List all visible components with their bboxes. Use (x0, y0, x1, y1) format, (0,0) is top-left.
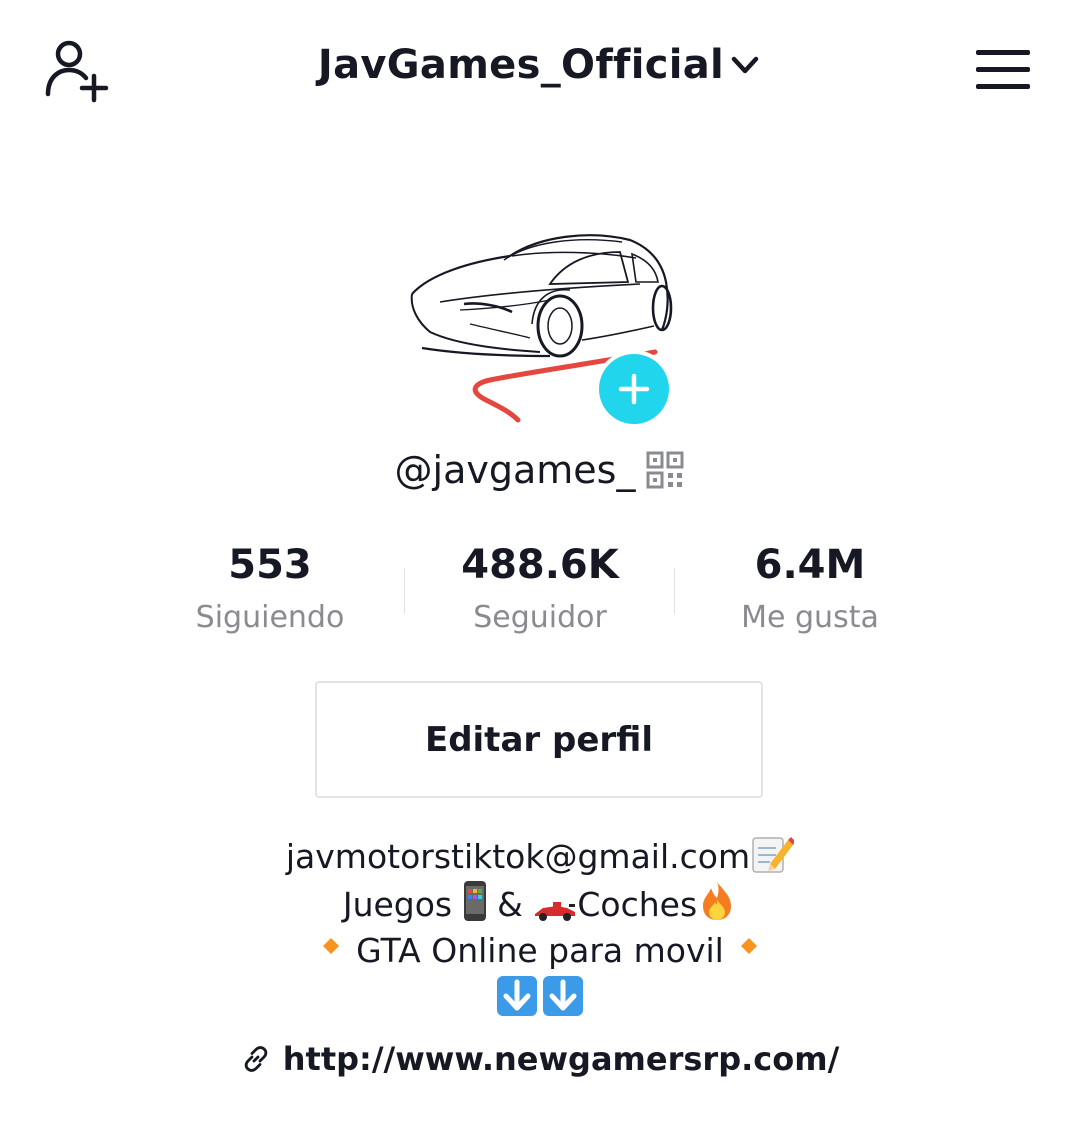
down-arrow-icon (497, 976, 537, 1016)
bio-line-arrows (0, 974, 1080, 1024)
bio-cars: Coches (577, 885, 698, 924)
profile-link[interactable]: http://www.newgamersrp.com/ (0, 1040, 1080, 1078)
bio-ampersand: & (497, 885, 523, 924)
orange-diamond-icon (741, 938, 758, 954)
memo-pencil-icon (752, 837, 795, 873)
likes-count: 6.4M (754, 542, 866, 588)
bio-line-games-cars: Juegos & Coches (0, 880, 1080, 928)
mobile-phone-icon (463, 881, 486, 921)
following-label: Siguiendo (195, 600, 345, 635)
profile-bio: javmotorstiktok@gmail.com Juegos & Coche… (0, 834, 1080, 1024)
link-icon (244, 1046, 268, 1072)
bio-gta-text: GTA Online para movil (356, 931, 724, 970)
bio-email: javmotorstiktok@gmail.com (285, 837, 751, 876)
handle-row: @javgames_ (0, 448, 1080, 492)
qr-code-icon[interactable] (645, 450, 685, 490)
account-title: JavGames_Official (317, 42, 725, 88)
hamburger-menu-icon (976, 50, 1030, 89)
bio-line-email: javmotorstiktok@gmail.com (0, 834, 1080, 880)
fire-icon (703, 882, 732, 920)
edit-profile-button[interactable]: Editar perfil (315, 681, 763, 798)
profile-stats: 553 Siguiendo 488.6K Seguidor 6.4M Me gu… (135, 540, 945, 650)
menu-button[interactable] (976, 48, 1030, 92)
add-story-button[interactable] (599, 354, 669, 424)
chevron-down-icon (731, 56, 759, 74)
followers-count: 488.6K (461, 542, 619, 588)
stat-following[interactable]: 553 Siguiendo (135, 540, 405, 638)
likes-label: Me gusta (741, 600, 879, 635)
down-arrow-icon (543, 976, 583, 1016)
account-switcher[interactable]: JavGames_Official (0, 42, 1080, 88)
profile-avatar[interactable] (400, 212, 680, 430)
bio-games: Juegos (342, 885, 453, 924)
profile-handle: @javgames_ (394, 448, 636, 492)
plus-icon (618, 373, 650, 405)
stat-followers[interactable]: 488.6K Seguidor (405, 540, 675, 638)
racing-car-icon (535, 902, 576, 921)
orange-diamond-icon (322, 938, 339, 954)
top-bar: JavGames_Official (0, 0, 1080, 140)
following-count: 553 (228, 542, 312, 588)
stat-likes[interactable]: 6.4M Me gusta (675, 540, 945, 638)
followers-label: Seguidor (473, 600, 607, 635)
bio-line-gta: GTA Online para movil (0, 928, 1080, 974)
link-url: http://www.newgamersrp.com/ (282, 1040, 840, 1078)
